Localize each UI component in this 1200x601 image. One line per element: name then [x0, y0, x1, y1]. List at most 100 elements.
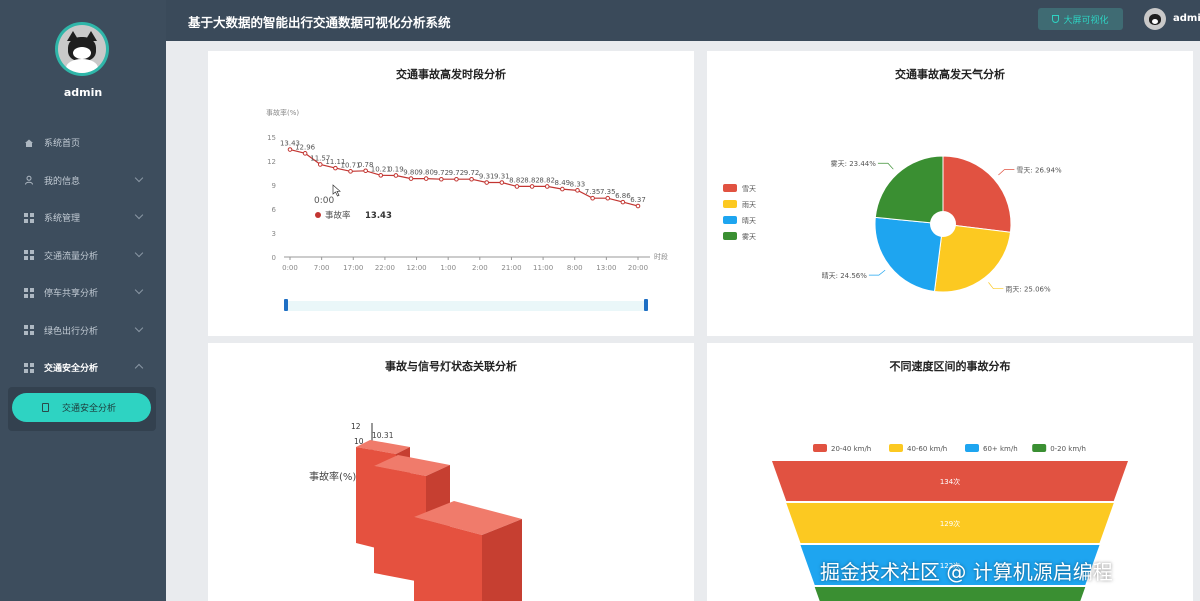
data-point: [302, 151, 308, 156]
tooltip-value: 13.43: [365, 211, 392, 221]
data-point: [620, 199, 626, 205]
sidebar-item-home[interactable]: 系统首页: [0, 124, 166, 162]
data-point: [635, 203, 641, 209]
legend-label: 0-20 km/h: [1050, 445, 1086, 453]
data-point: [439, 176, 444, 182]
sidebar-item-label: 系统管理: [44, 214, 81, 225]
legend-label: 雾天: [742, 233, 756, 241]
pie-hole: [930, 211, 956, 237]
data-point: [514, 184, 520, 189]
data-point: [560, 186, 565, 192]
x-tick-label: 12:00: [406, 264, 426, 272]
data-point: [408, 176, 414, 181]
data-label: 9.80: [418, 169, 434, 177]
chevron-down-icon: [134, 285, 144, 295]
avatar-image: [58, 25, 106, 73]
sidebar-item-my-info[interactable]: 我的信息: [0, 162, 166, 200]
bar3d-chart[interactable]: 12 10 事故率(%) X 10.31: [208, 343, 694, 601]
legend-swatch: [813, 444, 827, 452]
legend-label: 60+ km/h: [983, 445, 1018, 453]
shield-icon: [1052, 15, 1060, 23]
data-point: [575, 188, 580, 193]
tooltip-time: 0:00: [314, 196, 334, 206]
sidebar-item-parking-share[interactable]: 停车共享分析: [0, 274, 166, 312]
pie-chart[interactable]: 雪天: 26.94% 雨天: 25.06% 晴天: 24.56% 雾天: 23.44%…: [707, 51, 1193, 336]
grid-icon: [24, 325, 34, 336]
chevron-down-icon: [134, 210, 144, 220]
sidebar-item-label: 绿色出行分析: [44, 326, 99, 337]
panel-signal-correlation: 事故与信号灯状态关联分析 12 10 事故率(%) X 10.31: [208, 343, 694, 601]
legend-swatch: [1032, 444, 1047, 452]
x-axis-label: 时段: [654, 252, 668, 261]
x-tick-label: 11:00: [533, 264, 553, 272]
x-tick-label: 2:00: [472, 264, 488, 272]
label-line: [868, 269, 886, 276]
legend-swatch: [965, 444, 979, 452]
home-icon: [24, 138, 34, 148]
legend-label: 20-40 km/h: [831, 445, 871, 453]
submenu-item-label: 交通安全分析: [62, 404, 117, 414]
data-point: [499, 180, 505, 185]
x-tick-label: 0:00: [282, 264, 298, 272]
funnel-label: 134次: [940, 477, 960, 486]
sidebar-item-traffic-safety[interactable]: 交通安全分析: [0, 349, 166, 387]
data-point: [348, 169, 353, 174]
data-label: 9.72: [434, 169, 450, 177]
y-tick-label: 0: [272, 254, 276, 262]
data-label: 8.82: [509, 176, 525, 184]
data-label: 9.72: [449, 169, 465, 177]
x-tick-label: 13:00: [596, 264, 616, 272]
legend-swatch: [723, 216, 737, 224]
data-point: [454, 176, 459, 182]
tooltip-marker: [315, 212, 321, 218]
pie-slice[interactable]: [874, 155, 944, 225]
data-label: 6.86: [615, 192, 631, 200]
y-tick-label: 15: [267, 134, 276, 142]
header-username[interactable]: admin: [1173, 13, 1200, 24]
datazoom-handle-right[interactable]: [644, 299, 648, 311]
data-point: [363, 168, 368, 174]
sidebar-item-green-travel[interactable]: 绿色出行分析: [0, 312, 166, 350]
data-label: 8.33: [570, 180, 586, 188]
data-label: 12.96: [295, 143, 316, 151]
funnel-segment[interactable]: [814, 587, 1086, 601]
mouse-cursor-icon: [332, 184, 341, 197]
grid-icon: [24, 362, 34, 373]
watermark-text: 掘金技术社区 @ 计算机源启编程: [820, 560, 1113, 584]
data-label: 8.49: [555, 179, 571, 187]
data-point: [378, 173, 384, 178]
y-tick-label: 6: [272, 206, 277, 214]
bar-3d[interactable]: [414, 501, 522, 601]
datazoom-track[interactable]: [286, 301, 648, 311]
submenu-item-traffic-safety-analysis[interactable]: 交通安全分析: [12, 393, 151, 422]
grid-icon: [24, 287, 34, 298]
main-content: 交通事故高发时段分析 事故率(%) 时段 0 3 6 9 12 15 0:00 7:00 17…: [166, 41, 1200, 601]
y-tick-label: 9: [272, 182, 276, 190]
data-point: [484, 180, 489, 185]
legend-label: 晴天: [742, 216, 756, 225]
sidebar-item-system-management[interactable]: 系统管理: [0, 199, 166, 237]
y-tick-label: 3: [272, 230, 276, 238]
data-point: [393, 173, 399, 178]
y-axis-label: 事故率(%): [266, 108, 299, 117]
sidebar-menu: 系统首页 我的信息 系统管理 交通流量分析 停车共享分析 绿色出行分析 交通安全…: [0, 124, 166, 387]
bigscreen-label: 大屏可视化: [1063, 15, 1109, 26]
header-avatar[interactable]: [1144, 8, 1166, 30]
datazoom-handle-left[interactable]: [284, 299, 288, 311]
legend-label: 雨天: [742, 201, 756, 209]
top-header: 基于大数据的智能出行交通数据可视化分析系统 大屏可视化 admin: [166, 0, 1200, 41]
line-chart[interactable]: 事故率(%) 时段 0 3 6 9 12 15 0:00 7:00 17:00 22:00 12:…: [208, 51, 694, 336]
legend-swatch: [723, 184, 737, 192]
chevron-down-icon: [134, 173, 144, 182]
panel-accident-weather: 交通事故高发天气分析 雪天: 26.94% 雨天: 25.06% 晴天: 24.56…: [707, 51, 1193, 336]
slice-label: 雨天: 25.06%: [1005, 286, 1051, 294]
y-tick-label: 12: [267, 158, 276, 166]
data-label: 9.31: [494, 173, 510, 181]
sidebar-item-label: 交通安全分析: [44, 364, 99, 375]
user-avatar[interactable]: [55, 22, 109, 76]
bigscreen-button[interactable]: 大屏可视化: [1038, 8, 1123, 30]
x-tick-label: 21:00: [501, 264, 521, 272]
panel-accident-time: 交通事故高发时段分析 事故率(%) 时段 0 3 6 9 12 15 0:00 7:00 17…: [208, 51, 694, 336]
x-tick-label: 1:00: [440, 264, 456, 272]
sidebar-item-traffic-flow[interactable]: 交通流量分析: [0, 237, 166, 275]
